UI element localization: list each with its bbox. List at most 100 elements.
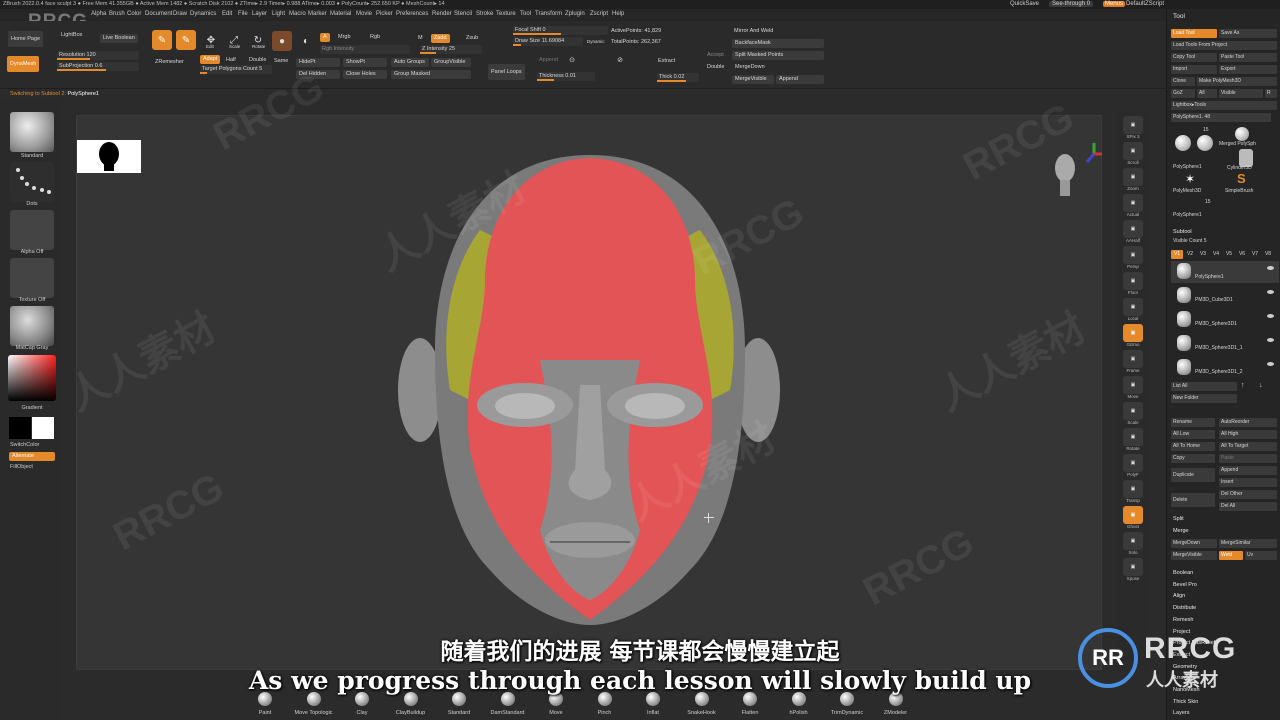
subtool-section-title[interactable]: Subtool — [1173, 229, 1192, 235]
polymesh-star-icon[interactable]: ✶ — [1185, 172, 1195, 186]
menu-document[interactable]: Document — [145, 11, 172, 17]
subtool-row[interactable]: PM3D_Sphere3D1_1 — [1171, 333, 1279, 355]
autoreorder-button[interactable]: AutoReorder — [1219, 418, 1277, 427]
brush-thumbnail[interactable] — [10, 112, 54, 152]
subtool-row[interactable]: PM3D_Sphere3D1 — [1171, 309, 1279, 331]
delete-button[interactable]: Delete — [1171, 493, 1215, 507]
brush-damstandard[interactable]: DamStandard — [483, 692, 533, 716]
append-subtool-button[interactable]: Append — [1219, 466, 1277, 475]
menu-stencil[interactable]: Stencil — [454, 11, 472, 17]
menu-render[interactable]: Render — [432, 11, 452, 17]
menu-layer[interactable]: Layer — [252, 11, 267, 17]
visibility-eye-icon[interactable] — [1267, 362, 1274, 366]
seethrough-slider[interactable]: See-through 0 — [1049, 1, 1094, 7]
section-align[interactable]: Align — [1173, 593, 1185, 599]
a-button[interactable]: A — [320, 33, 330, 42]
draw-mode-icon[interactable]: ✎ — [176, 30, 196, 50]
version-v2[interactable]: V2 — [1184, 250, 1196, 259]
tool-thumb-polysphere[interactable] — [1175, 135, 1191, 151]
view-scale-button[interactable]: ▣ — [1123, 402, 1143, 420]
load-tool-button[interactable]: Load Tool — [1171, 29, 1217, 38]
menu-material[interactable]: Material — [330, 11, 351, 17]
mergedown-button[interactable]: MergeDown — [1171, 539, 1217, 548]
material-sphere-icon[interactable]: ● — [272, 31, 292, 51]
stroke-thumbnail[interactable] — [10, 162, 54, 202]
navigator-thumbnail[interactable] — [77, 140, 141, 173]
home-page-button[interactable]: Home Page — [8, 31, 44, 47]
uv-button[interactable]: Uv — [1245, 551, 1277, 560]
visible-count-slider[interactable]: Visible Count 5 — [1173, 238, 1207, 244]
del-other-button[interactable]: Del Other — [1219, 490, 1277, 499]
clone-button[interactable]: Clone — [1171, 77, 1195, 86]
menu-tool[interactable]: Tool — [520, 11, 531, 17]
menu-texture[interactable]: Texture — [496, 11, 516, 17]
goz-r-button[interactable]: R — [1265, 89, 1277, 98]
append-button[interactable]: Append — [776, 75, 824, 84]
load-from-project-button[interactable]: Load Tools From Project — [1171, 41, 1277, 50]
current-tool-slider[interactable]: PolySphere1. 48 — [1171, 113, 1271, 122]
section-boolean[interactable]: Boolean — [1173, 570, 1193, 576]
texture-thumbnail[interactable] — [10, 258, 54, 298]
brush-standard[interactable]: Standard — [434, 692, 484, 716]
auto-groups-button[interactable]: Auto Groups — [391, 58, 429, 67]
menu-stroke[interactable]: Stroke — [476, 11, 493, 17]
section-bevel-pro[interactable]: Bevel Pro — [1173, 582, 1197, 588]
arrow-up-icon[interactable]: ↑ — [1241, 382, 1245, 389]
mergevisible-button[interactable]: MergeVisible — [1171, 551, 1217, 560]
view-rotate-button[interactable]: ▣ — [1123, 428, 1143, 446]
merge-visible-button[interactable]: MergeVisible — [732, 75, 774, 84]
subtool-row[interactable]: PM3D_Sphere3D1_2 — [1171, 357, 1279, 379]
default-zscript-button[interactable]: DefaultZScript — [1126, 1, 1164, 7]
group-masked-button[interactable]: Group Masked — [391, 70, 471, 79]
view-xpose-button[interactable]: ▣ — [1123, 558, 1143, 576]
view-gizmo-button[interactable]: ▣ — [1123, 324, 1143, 342]
menu-color[interactable]: Color — [127, 11, 141, 17]
fillobject-button[interactable]: FillObject — [10, 464, 54, 470]
section-thick-skin[interactable]: Thick Skin — [1173, 699, 1198, 705]
save-as-button[interactable]: Save As — [1219, 29, 1277, 38]
draw-size-slider[interactable]: Draw Size 11.69084 — [513, 37, 583, 46]
z-intensity-slider[interactable]: Z Intensity 25 — [420, 45, 482, 54]
brush-flatten[interactable]: Flatten — [725, 692, 775, 716]
brush-pinch[interactable]: Pinch — [580, 692, 630, 716]
simplebrush-icon[interactable]: S — [1237, 171, 1246, 186]
view-floor-button[interactable]: ▣ — [1123, 272, 1143, 290]
goz-all-button[interactable]: All — [1197, 89, 1217, 98]
brush-move-topologic[interactable]: Move Topologic — [289, 692, 339, 716]
panel-loops-button[interactable]: Panel Loops — [488, 64, 525, 80]
subtool-row[interactable]: PolySphere1 — [1171, 261, 1279, 283]
view-solo-button[interactable]: ▣ — [1123, 532, 1143, 550]
hidept-button[interactable]: HidePt — [296, 58, 340, 67]
section-layers[interactable]: Layers — [1173, 710, 1190, 716]
zadd-button[interactable]: Zadd — [431, 34, 450, 43]
menu-transform[interactable]: Transform — [535, 11, 562, 17]
m-button[interactable]: M — [418, 35, 423, 41]
rgb-intensity-slider[interactable]: Rgb Intensity — [320, 45, 410, 54]
version-v4[interactable]: V4 — [1210, 250, 1222, 259]
all-high-button[interactable]: All High — [1219, 430, 1277, 439]
extract-button[interactable]: Extract — [658, 58, 675, 64]
menu-edit[interactable]: Edit — [222, 11, 232, 17]
material-thumbnail[interactable] — [10, 306, 54, 346]
view-frame-button[interactable]: ▣ — [1123, 350, 1143, 368]
live-boolean-button[interactable]: Live Boolean — [100, 34, 138, 43]
version-v3[interactable]: V3 — [1197, 250, 1209, 259]
all-low-button[interactable]: All Low — [1171, 430, 1215, 439]
subprojection-slider[interactable]: SubProjection 0.6 — [57, 62, 139, 71]
version-v6[interactable]: V6 — [1236, 250, 1248, 259]
view-spix-3-button[interactable]: ▣ — [1123, 116, 1143, 134]
menu-dynamics[interactable]: Dynamics — [190, 11, 216, 17]
same-button[interactable]: Same — [274, 58, 288, 64]
view-aahalf-button[interactable]: ▣ — [1123, 220, 1143, 238]
lightbox-button[interactable]: LightBox — [58, 31, 85, 40]
resolution-slider[interactable]: Resolution 120 — [57, 51, 139, 60]
menu-light[interactable]: Light — [272, 11, 285, 17]
del-all-button[interactable]: Del All — [1219, 502, 1277, 511]
section-distribute[interactable]: Distribute — [1173, 605, 1196, 611]
mergesimilar-button[interactable]: MergeSimilar — [1219, 539, 1277, 548]
import-button[interactable]: Import — [1171, 65, 1217, 74]
brush-snakehook[interactable]: SnakeHook — [677, 692, 727, 716]
all-to-home-button[interactable]: All To Home — [1171, 442, 1215, 451]
goz-visible-button[interactable]: Visible — [1219, 89, 1263, 98]
zsub-button[interactable]: Zsub — [466, 35, 478, 41]
